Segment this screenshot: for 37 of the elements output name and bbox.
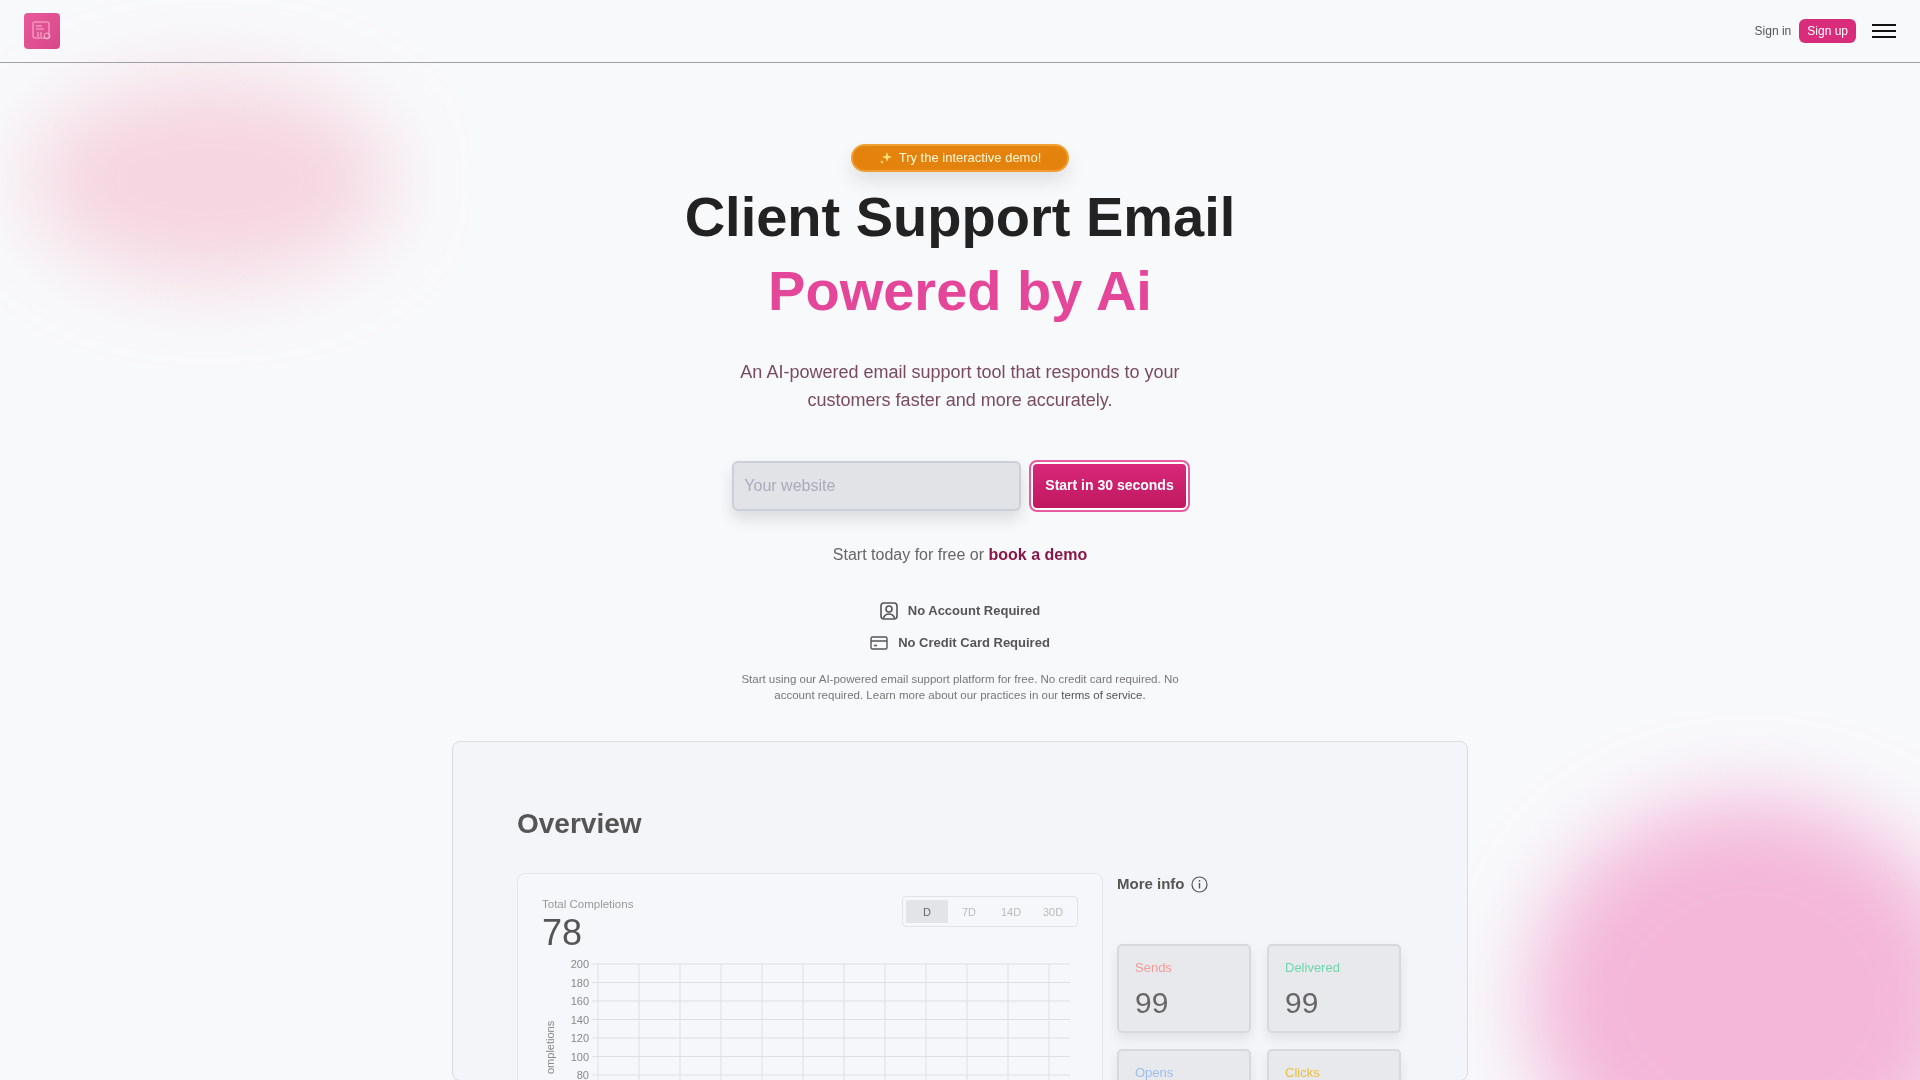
- feature-label: No Credit Card Required: [898, 634, 1050, 653]
- stat-value: 99: [1135, 985, 1170, 1022]
- y-tick-label: 120: [570, 1031, 589, 1044]
- book-demo-link[interactable]: book a demo: [988, 545, 1088, 563]
- demo-badge[interactable]: Try the interactive demo!: [850, 144, 1070, 172]
- hero-title-highlight: Powered by Ai: [767, 257, 1153, 324]
- terms-link[interactable]: terms of service.: [1061, 688, 1146, 701]
- website-input[interactable]: Your website: [732, 460, 1022, 511]
- user-icon: [879, 601, 898, 620]
- more-info-title: More info: [1117, 874, 1185, 895]
- y-tick-label: 200: [570, 957, 589, 970]
- sign-in-link[interactable]: Sign in: [1754, 22, 1792, 40]
- hero-subtitle: An AI-powered email support tool that responds to your customers faster and more accurately.: [739, 360, 1181, 412]
- overview-title: Overview: [517, 806, 643, 841]
- y-axis-label: ompletions: [544, 1020, 556, 1074]
- stat-label: Sends: [1135, 958, 1173, 977]
- y-tick-label: 140: [570, 1013, 589, 1026]
- stat-label: Opens: [1135, 1063, 1175, 1080]
- metric-label: Total Completions: [542, 897, 634, 913]
- y-tick-label: 80: [576, 1068, 589, 1080]
- sign-up-button[interactable]: Sign up: [1799, 19, 1856, 43]
- y-tick-label: 180: [570, 976, 589, 989]
- cta-text: Start today for free or book a demo: [831, 544, 1089, 565]
- hero-title: Client Support Email: [683, 183, 1237, 250]
- feature-label: No Account Required: [907, 601, 1041, 620]
- fine-print: Start using our AI-powered email support platform for free. No credit card required. No account required. Learn more about our practices in our terms of service.: [740, 671, 1180, 703]
- stat-label: Clicks: [1285, 1063, 1321, 1080]
- info-icon[interactable]: [1190, 876, 1208, 894]
- stat-label: Delivered: [1285, 958, 1341, 977]
- menu-icon[interactable]: [1872, 23, 1896, 39]
- range-tab[interactable]: D: [906, 900, 948, 924]
- start-button[interactable]: Start in 30 seconds: [1031, 461, 1188, 510]
- y-tick-label: 160: [570, 994, 589, 1007]
- y-tick-label: 100: [570, 1050, 589, 1063]
- credit-card-icon: [870, 636, 889, 650]
- metric-value: 78: [542, 913, 584, 952]
- stat-value: 99: [1285, 985, 1320, 1022]
